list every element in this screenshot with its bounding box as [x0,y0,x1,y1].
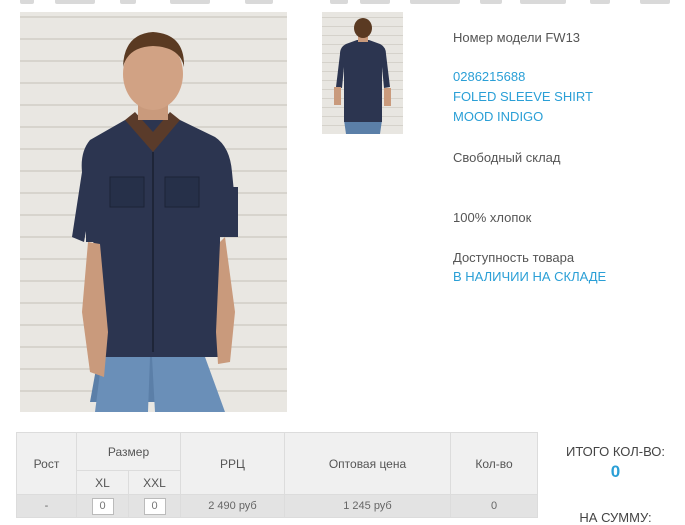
total-qty-value: 0 [610,462,621,481]
total-qty-label: ИТОГО КОЛ-ВО: [565,444,666,459]
header-rrp: РРЦ [180,432,285,495]
availability-label: Доступность товара [453,250,575,265]
table-row: - 0 0 2 490 руб 1 245 руб 0 [16,494,538,518]
qty-input-xxl[interactable]: 0 [143,497,166,515]
order-totals: ИТОГО КОЛ-ВО: 0 НА СУММУ: [548,444,683,525]
cell-wholesale: 1 245 руб [284,494,451,518]
order-table: Рост Размер РРЦ Оптовая цена Кол-во XL X… [16,432,538,518]
total-sum-label: НА СУММУ: [579,510,652,525]
product-name-line1-link[interactable]: FOLED SLEEVE SHIRT [453,87,593,107]
header-height: Рост [16,432,77,495]
header-qty: Кол-во [450,432,538,495]
model-number: Номер модели FW13 [453,30,581,45]
cell-qty: 0 [450,494,538,518]
warehouse-label: Свободный склад [453,150,561,165]
cell-rrp: 2 490 руб [180,494,285,518]
header-size: Размер [76,432,181,471]
cell-qty-xl: 0 [76,494,129,518]
header-wholesale: Оптовая цена [284,432,451,495]
product-main-photo[interactable] [20,12,287,412]
material-label: 100% хлопок [453,210,532,225]
product-thumbnail-back[interactable] [322,12,403,134]
availability-status: В НАЛИЧИИ НА СКЛАДЕ [453,269,607,284]
header-size-xl: XL [76,470,129,495]
top-decoration-strip [0,0,685,6]
article-link[interactable]: 0286215688 [453,67,525,87]
cell-qty-xxl: 0 [128,494,181,518]
qty-input-xl[interactable]: 0 [91,497,114,515]
product-name-line2-link[interactable]: MOOD INDIGO [453,107,543,127]
header-size-xxl: XXL [128,470,181,495]
cell-height: - [16,494,77,518]
